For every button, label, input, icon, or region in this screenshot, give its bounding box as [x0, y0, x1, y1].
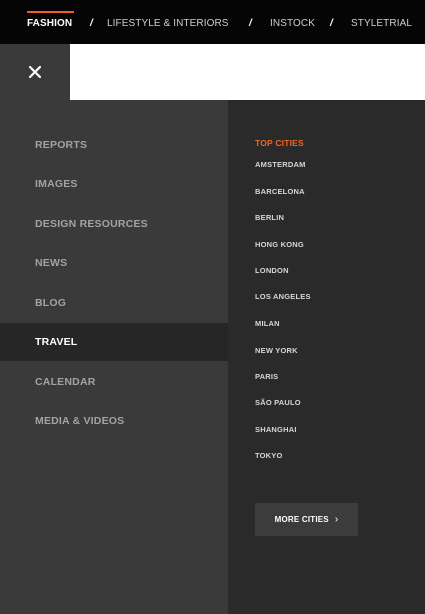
submenu-panel [228, 100, 425, 614]
city-link-shanghai[interactable]: SHANGHAI [255, 425, 297, 434]
close-button[interactable] [0, 44, 70, 100]
menu-item-travel[interactable]: TRAVEL [0, 323, 228, 361]
top-cities-heading: TOP CITIES [255, 138, 304, 148]
city-link-amsterdam[interactable]: AMSTERDAM [255, 160, 306, 169]
city-link-tokyo[interactable]: TOKYO [255, 451, 283, 460]
menu-item-calendar[interactable]: CALENDAR [0, 363, 228, 401]
city-link-los-angeles[interactable]: LOS ANGELES [255, 292, 311, 301]
topnav-item-fashion[interactable]: FASHION [27, 18, 72, 29]
city-link-sao-paulo[interactable]: SÃO PAULO [255, 398, 301, 407]
top-navigation: FASHION / LIFESTYLE & INTERIORS / INSTOC… [0, 0, 425, 44]
topnav-item-styletrial[interactable]: STYLETRIAL [351, 18, 412, 29]
topnav-item-instock[interactable]: INSTOCK [270, 18, 315, 29]
menu-item-news[interactable]: NEWS [0, 244, 228, 282]
menu-item-blog[interactable]: BLOG [0, 284, 228, 322]
city-link-berlin[interactable]: BERLIN [255, 213, 284, 222]
menu-item-reports[interactable]: REPORTS [0, 126, 228, 164]
topnav-item-lifestyle[interactable]: LIFESTYLE & INTERIORS [107, 18, 229, 29]
topnav-separator: / [330, 18, 333, 29]
more-cities-button[interactable]: MORE CITIES › [255, 503, 358, 536]
city-link-milan[interactable]: MILAN [255, 319, 280, 328]
city-link-paris[interactable]: PARIS [255, 372, 278, 381]
active-indicator [27, 11, 74, 13]
close-icon [29, 66, 41, 78]
city-link-barcelona[interactable]: BARCELONA [255, 187, 305, 196]
city-link-hong-kong[interactable]: HONG KONG [255, 240, 304, 249]
more-cities-label: MORE CITIES [274, 515, 329, 524]
menu-item-images[interactable]: IMAGES [0, 165, 228, 203]
topnav-separator: / [249, 18, 252, 29]
topnav-separator: / [90, 18, 93, 29]
menu-item-media-videos[interactable]: MEDIA & VIDEOS [0, 402, 228, 440]
chevron-right-icon: › [334, 514, 339, 525]
close-bar [0, 44, 425, 100]
city-link-new-york[interactable]: NEW YORK [255, 346, 298, 355]
menu-item-design-resources[interactable]: DESIGN RESOURCES [0, 205, 228, 243]
city-link-london[interactable]: LONDON [255, 266, 289, 275]
